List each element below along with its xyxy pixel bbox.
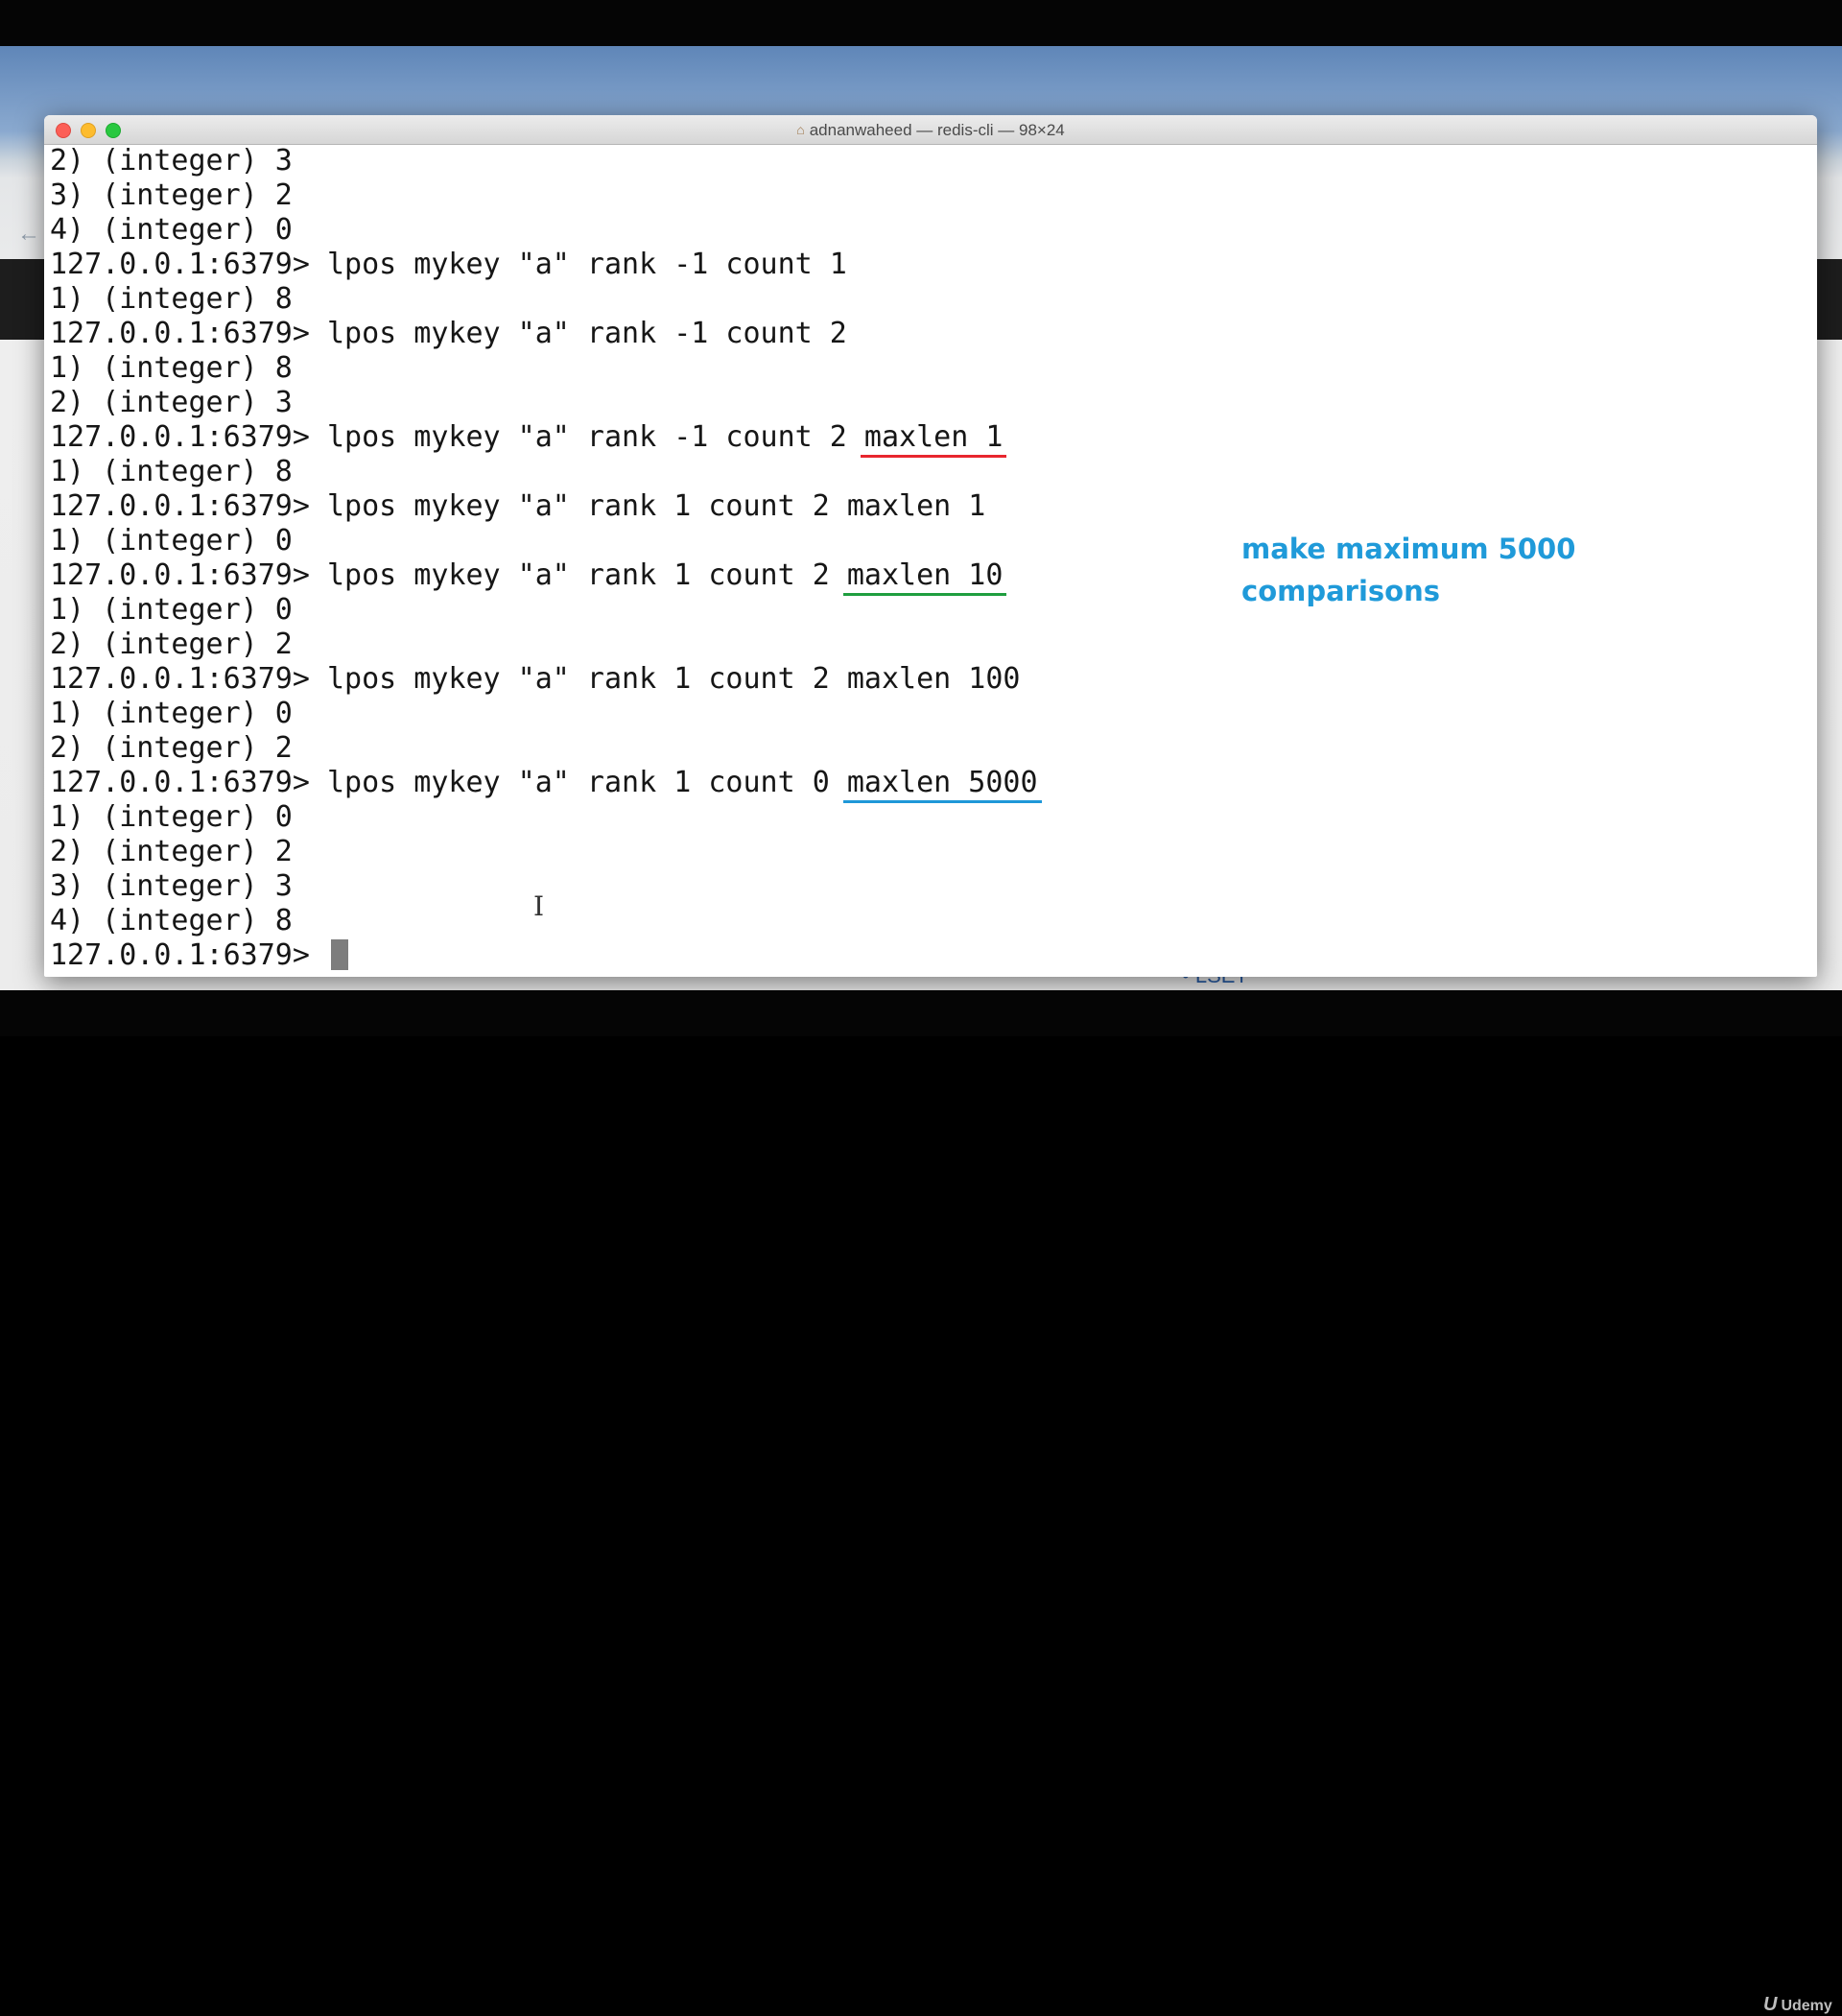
terminal-line: 1) (integer) 8 — [50, 455, 1798, 489]
terminal-line-text: 1) (integer) 0 — [50, 800, 293, 834]
terminal-line: 2) (integer) 2 — [50, 731, 1798, 766]
terminal-line: 3) (integer) 3 — [50, 869, 1798, 904]
terminal-line-text: 1) (integer) 0 — [50, 524, 293, 557]
terminal-line-text: 2) (integer) 3 — [50, 386, 293, 419]
udemy-logo-icon: U — [1763, 1994, 1778, 2015]
terminal-line: 1) (integer) 0 — [50, 800, 1798, 835]
terminal-line: 2) (integer) 3 — [50, 144, 1798, 178]
terminal-line-text: 3) (integer) 3 — [50, 869, 293, 903]
terminal-line: 2) (integer) 2 — [50, 628, 1798, 662]
background-back-arrow-icon: ← — [17, 221, 40, 247]
terminal-line: 1) (integer) 0 — [50, 697, 1798, 731]
video-letterbox-top — [0, 0, 1842, 46]
terminal-line-text: 2) (integer) 2 — [50, 835, 293, 868]
terminal-line-text: 1) (integer) 8 — [50, 455, 293, 488]
terminal-line: 127.0.0.1:6379> lpos mykey "a" rank -1 c… — [50, 248, 1798, 282]
terminal-line: 2) (integer) 3 — [50, 386, 1798, 420]
terminal-line-text: 1) (integer) 8 — [50, 282, 293, 316]
terminal-line-text: 3) (integer) 2 — [50, 178, 293, 212]
window-title-text: adnanwaheed — redis-cli — 98×24 — [809, 121, 1065, 139]
terminal-window[interactable]: ⌂ adnanwaheed — redis-cli — 98×24 2) (int… — [44, 115, 1817, 977]
terminal-line: 127.0.0.1:6379> — [50, 938, 1798, 973]
terminal-line-text: 1) (integer) 0 — [50, 697, 293, 730]
terminal-line-text: 127.0.0.1:6379> lpos mykey "a" rank 1 co… — [50, 558, 847, 592]
terminal-line-text: 2) (integer) 3 — [50, 144, 293, 178]
terminal-line: 2) (integer) 2 — [50, 835, 1798, 869]
video-letterbox-bottom: U Udemy — [0, 990, 1842, 2015]
terminal-line-text: 127.0.0.1:6379> — [50, 938, 327, 972]
highlighted-argument: maxlen 1 — [860, 420, 1007, 458]
terminal-line: 1) (integer) 8 — [50, 282, 1798, 317]
highlighted-argument: maxlen 5000 — [842, 766, 1042, 803]
terminal-line: 127.0.0.1:6379> lpos mykey "a" rank -1 c… — [50, 420, 1798, 458]
terminal-line: 4) (integer) 0 — [50, 213, 1798, 248]
udemy-watermark: U Udemy — [1763, 1994, 1832, 2015]
terminal-line: 127.0.0.1:6379> lpos mykey "a" rank 1 co… — [50, 766, 1798, 803]
terminal-line-text: 2) (integer) 2 — [50, 628, 293, 661]
terminal-line-text: 1) (integer) 8 — [50, 351, 293, 385]
terminal-line: 127.0.0.1:6379> lpos mykey "a" rank 1 co… — [50, 662, 1798, 697]
home-icon: ⌂ — [796, 122, 805, 137]
annotation-line-1: make maximum 5000 — [1241, 533, 1576, 565]
terminal-line-text: 127.0.0.1:6379> lpos mykey "a" rank -1 c… — [50, 248, 847, 281]
terminal-line: 4) (integer) 8 — [50, 904, 1798, 938]
terminal-line-text: 4) (integer) 8 — [50, 904, 293, 937]
ibeam-cursor-icon: I — [533, 890, 545, 922]
terminal-line-text: 127.0.0.1:6379> lpos mykey "a" rank -1 c… — [50, 420, 864, 454]
terminal-line-text: 127.0.0.1:6379> lpos mykey "a" rank -1 c… — [50, 317, 847, 350]
terminal-line-text: 127.0.0.1:6379> lpos mykey "a" rank 1 co… — [50, 489, 986, 523]
terminal-line-text: 2) (integer) 2 — [50, 731, 293, 765]
terminal-line: 127.0.0.1:6379> lpos mykey "a" rank -1 c… — [50, 317, 1798, 351]
highlighted-argument: maxlen 10 — [842, 558, 1007, 596]
terminal-line-text: 1) (integer) 0 — [50, 593, 293, 627]
window-title: ⌂ adnanwaheed — redis-cli — 98×24 — [44, 121, 1817, 140]
terminal-line: 3) (integer) 2 — [50, 178, 1798, 213]
terminal-line-text: 127.0.0.1:6379> lpos mykey "a" rank 1 co… — [50, 662, 1021, 696]
title-bar[interactable]: ⌂ adnanwaheed — redis-cli — 98×24 — [44, 115, 1817, 145]
annotation-line-2: comparisons — [1241, 575, 1440, 607]
terminal-line-text: 127.0.0.1:6379> lpos mykey "a" rank 1 co… — [50, 766, 847, 799]
terminal-line-text: 4) (integer) 0 — [50, 213, 293, 247]
annotation-note: make maximum 5000 comparisons — [1241, 528, 1575, 612]
terminal-cursor[interactable] — [330, 939, 348, 970]
terminal-line: 127.0.0.1:6379> lpos mykey "a" rank 1 co… — [50, 489, 1798, 524]
terminal-line: 1) (integer) 8 — [50, 351, 1798, 386]
